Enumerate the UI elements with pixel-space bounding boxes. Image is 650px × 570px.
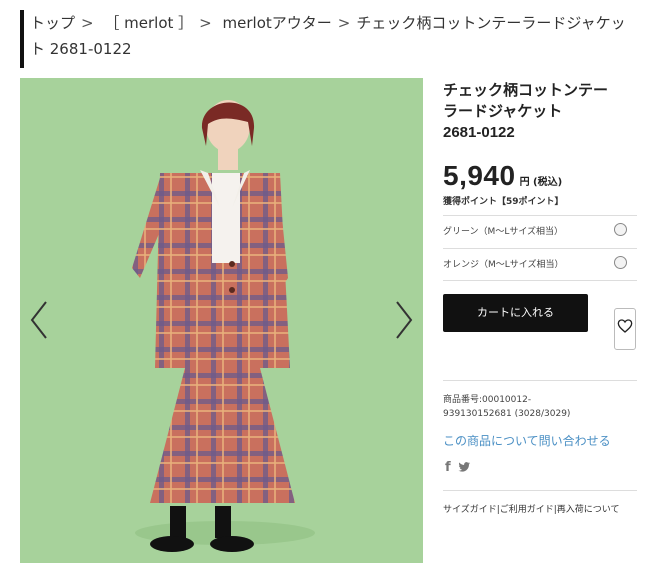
contact-link[interactable]: この商品について問い合わせる [443,432,611,449]
color-option-orange[interactable]: オレンジ（M〜Lサイズ相当） [443,249,637,279]
breadcrumb-top[interactable]: トップ [30,14,75,32]
breadcrumb-brand[interactable]: ［ merlot ］ [104,14,193,32]
product-number: 商品番号:00010012- 939130152681 (3028/3029) [443,395,571,419]
product-image-gallery[interactable] [20,78,423,563]
add-to-cart-button[interactable]: カートに入れる [443,294,588,332]
divider [443,490,637,491]
breadcrumb-category[interactable]: merlotアウター [223,14,332,32]
radio-button[interactable] [614,223,627,236]
color-option-green[interactable]: グリーン（M〜Lサイズ相当） [443,216,637,246]
social-share: f [445,460,471,475]
favorite-button[interactable] [614,308,636,350]
product-title: チェック柄コットンテー ラードジャケット 2681-0122 [443,82,609,141]
points: 獲得ポイント【59ポイント】 [443,197,564,207]
radio-button[interactable] [614,256,627,269]
option-label: グリーン（M〜Lサイズ相当） [443,227,564,237]
breadcrumb-current-cont: ト 2681-0122 [30,40,132,58]
product-photo [20,78,423,563]
heart-icon [617,319,633,333]
price: 5,940 [443,160,516,191]
option-label: オレンジ（M〜Lサイズ相当） [443,260,564,270]
divider [443,280,637,281]
facebook-icon[interactable]: f [445,460,451,475]
price-unit: 円 (税込) [519,177,563,188]
chevron-left-icon[interactable] [28,300,50,340]
footer-links[interactable]: サイズガイド|ご利用ガイド|再入荷について [443,502,620,515]
chevron-right-icon[interactable] [393,300,415,340]
price-row: 5,940 円 (税込) [443,160,643,192]
breadcrumb-current: チェック柄コットンテーラードジャケッ [356,14,626,32]
divider [443,380,637,381]
breadcrumb: トップ > ［ merlot ］ > merlotアウター > チェック柄コットンテーラ… [20,10,640,68]
twitter-icon[interactable] [457,460,471,474]
